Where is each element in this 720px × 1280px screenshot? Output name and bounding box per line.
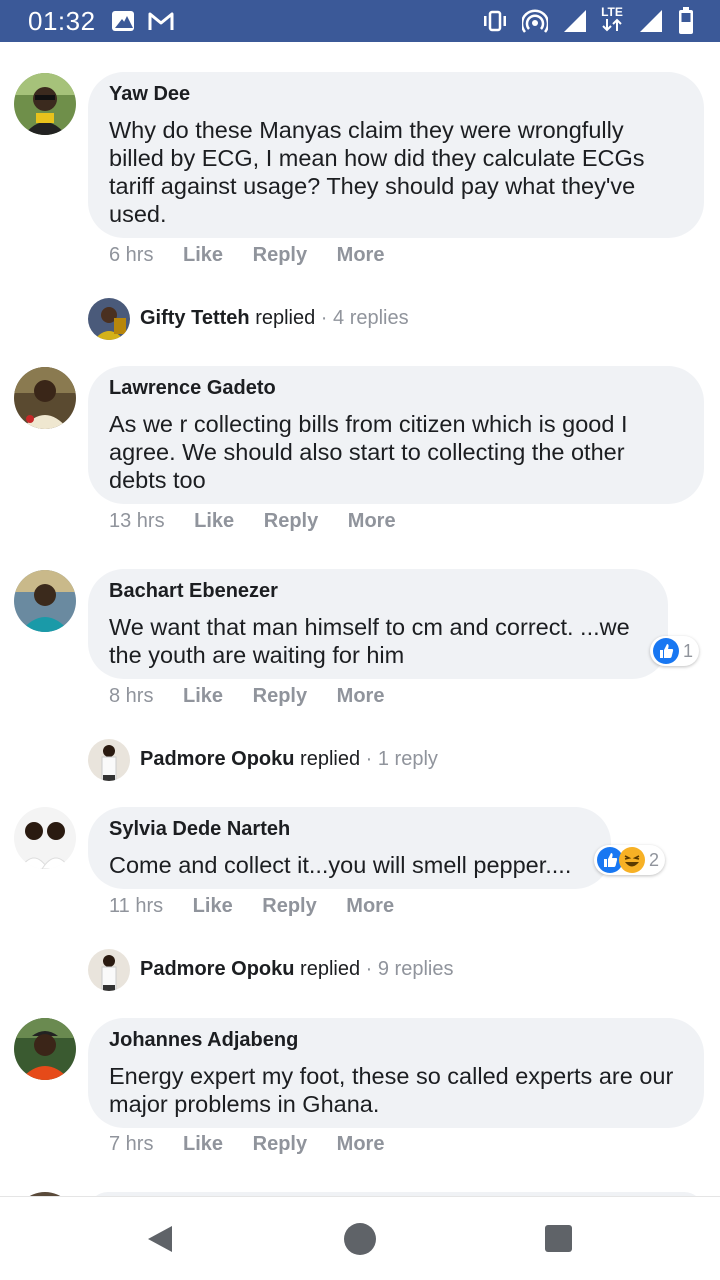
reaction-summary[interactable]: 1 bbox=[650, 636, 700, 666]
avatar bbox=[88, 739, 130, 781]
reply-count: · 9 replies bbox=[360, 958, 454, 980]
replier-name: Padmore Opoku bbox=[140, 748, 295, 770]
comment-bubble[interactable]: Lawrence Gadeto As we r collecting bills… bbox=[88, 366, 704, 504]
comment-text: As we r collecting bills from citizen wh… bbox=[109, 411, 628, 493]
comment-author[interactable]: Lawrence Gadeto bbox=[109, 376, 684, 400]
reaction-count: 1 bbox=[683, 640, 694, 661]
avatar[interactable] bbox=[14, 367, 76, 429]
gmail-icon bbox=[148, 12, 174, 30]
like-button[interactable]: Like bbox=[193, 895, 233, 918]
signal-icon bbox=[640, 10, 662, 32]
replied-label: replied bbox=[300, 748, 361, 770]
like-button[interactable]: Like bbox=[183, 685, 223, 708]
comment-text: Why do these Manyas claim they were wron… bbox=[109, 117, 645, 227]
like-button[interactable]: Like bbox=[183, 244, 223, 267]
data-arrows-icon bbox=[602, 18, 622, 32]
comment-bubble[interactable]: Bachart Ebenezer We want that man himsel… bbox=[88, 569, 668, 679]
more-button[interactable]: More bbox=[348, 510, 396, 533]
reply-button[interactable]: Reply bbox=[262, 895, 316, 918]
comment-actions: 7 hrs Like Reply More bbox=[109, 1133, 408, 1156]
more-button[interactable]: More bbox=[346, 895, 394, 918]
reply-button[interactable]: Reply bbox=[264, 510, 318, 533]
navigation-bar bbox=[0, 1196, 720, 1280]
avatar[interactable] bbox=[14, 73, 76, 135]
reaction-summary[interactable]: 2 bbox=[594, 845, 666, 875]
like-button[interactable]: Like bbox=[183, 1133, 223, 1156]
replier-name: Padmore Opoku bbox=[140, 958, 295, 980]
comment-bubble[interactable]: Yaw Dee Why do these Manyas claim they w… bbox=[88, 72, 704, 238]
lte-label: LTE bbox=[601, 5, 623, 19]
back-icon[interactable] bbox=[146, 1224, 174, 1254]
comment-text: Energy expert my foot, these so called e… bbox=[109, 1063, 674, 1117]
more-button[interactable]: More bbox=[337, 1133, 385, 1156]
avatar[interactable] bbox=[14, 1018, 76, 1080]
status-time: 01:32 bbox=[28, 6, 96, 36]
comment-actions: 8 hrs Like Reply More bbox=[109, 685, 408, 708]
reply-button[interactable]: Reply bbox=[253, 685, 307, 708]
more-button[interactable]: More bbox=[337, 244, 385, 267]
avatar bbox=[88, 298, 130, 340]
battery-icon bbox=[679, 7, 693, 34]
comment-text: We want that man himself to cm and corre… bbox=[109, 614, 630, 668]
reply-count: · 4 replies bbox=[315, 307, 409, 329]
comment-time: 8 hrs bbox=[109, 685, 154, 707]
comment-text: Come and collect it...you will smell pep… bbox=[109, 852, 572, 878]
reaction-count: 2 bbox=[649, 849, 660, 870]
lte-icon: LTE bbox=[598, 6, 626, 34]
haha-reaction-icon bbox=[619, 847, 645, 873]
reply-button[interactable]: Reply bbox=[253, 1133, 307, 1156]
avatar[interactable] bbox=[14, 807, 76, 869]
hotspot-icon bbox=[522, 9, 548, 33]
home-icon[interactable] bbox=[344, 1223, 376, 1255]
vibrate-icon bbox=[484, 10, 506, 32]
comment-author[interactable]: Sylvia Dede Narteh bbox=[109, 817, 591, 841]
signal-icon bbox=[564, 10, 586, 32]
comment-author[interactable]: Yaw Dee bbox=[109, 82, 684, 106]
replied-label: replied bbox=[300, 958, 361, 980]
comment-actions: 6 hrs Like Reply More bbox=[109, 244, 408, 267]
gallery-icon bbox=[112, 11, 134, 31]
comment-bubble[interactable]: Johannes Adjabeng Energy expert my foot,… bbox=[88, 1018, 704, 1128]
status-bar: 01:32 LTE bbox=[0, 0, 720, 42]
comment-actions: 13 hrs Like Reply More bbox=[109, 510, 420, 533]
like-reaction-icon bbox=[653, 638, 679, 664]
avatar bbox=[88, 949, 130, 991]
comment-time: 6 hrs bbox=[109, 244, 154, 266]
comment-time: 13 hrs bbox=[109, 510, 165, 532]
comment-bubble[interactable]: Sylvia Dede Narteh Come and collect it..… bbox=[88, 807, 611, 889]
comment-time: 7 hrs bbox=[109, 1133, 154, 1155]
comment-author[interactable]: Bachart Ebenezer bbox=[109, 579, 648, 603]
like-button[interactable]: Like bbox=[194, 510, 234, 533]
comments-list: Yaw Dee Why do these Manyas claim they w… bbox=[0, 42, 720, 1196]
reply-button[interactable]: Reply bbox=[253, 244, 307, 267]
avatar[interactable] bbox=[14, 570, 76, 632]
comment-author[interactable]: Johannes Adjabeng bbox=[109, 1028, 684, 1052]
reply-count: · 1 reply bbox=[360, 748, 438, 770]
replied-label: replied bbox=[255, 307, 316, 329]
comment-actions: 11 hrs Like Reply More bbox=[109, 895, 418, 918]
more-button[interactable]: More bbox=[337, 685, 385, 708]
comment-time: 11 hrs bbox=[109, 895, 164, 917]
replier-name: Gifty Tetteh bbox=[140, 307, 250, 329]
recents-icon[interactable] bbox=[545, 1225, 572, 1252]
